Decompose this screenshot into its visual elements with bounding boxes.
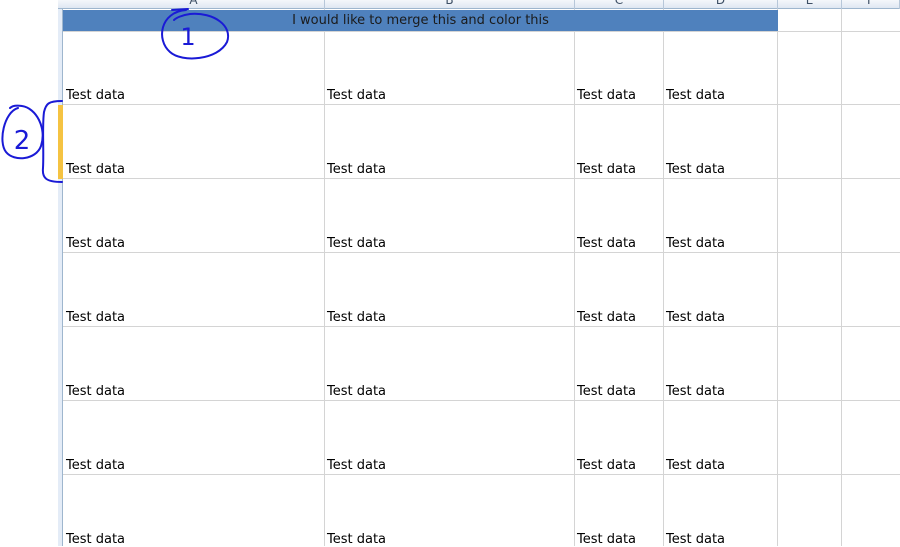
- column-letter: C: [614, 0, 624, 7]
- cell-a-row5[interactable]: Test data: [66, 384, 125, 399]
- column-header-e[interactable]: E: [778, 0, 842, 9]
- row-header-strip[interactable]: [58, 0, 63, 546]
- cell-c-row4[interactable]: Test data: [577, 310, 636, 325]
- marker-2-label: 2: [14, 126, 31, 156]
- cell-c-row6[interactable]: Test data: [577, 458, 636, 473]
- merged-header-cell[interactable]: I would like to merge this and color thi…: [63, 10, 778, 31]
- cell-d-row2[interactable]: Test data: [666, 162, 725, 177]
- cell-a-row3[interactable]: Test data: [66, 236, 125, 251]
- grid-line: [841, 9, 842, 546]
- cell-a-row1[interactable]: Test data: [66, 88, 125, 103]
- grid-line: [324, 9, 325, 546]
- grid-line: [777, 9, 778, 546]
- grid-line: [663, 9, 664, 546]
- cell-b-row5[interactable]: Test data: [327, 384, 386, 399]
- cell-c-row1[interactable]: Test data: [577, 88, 636, 103]
- column-header-b[interactable]: B: [325, 0, 575, 9]
- cell-b-row4[interactable]: Test data: [327, 310, 386, 325]
- marker-2-circle: [1, 104, 44, 160]
- cell-d-row1[interactable]: Test data: [666, 88, 725, 103]
- column-letter: D: [715, 0, 726, 7]
- cell-b-row3[interactable]: Test data: [327, 236, 386, 251]
- grid-line: [63, 252, 900, 253]
- cell-a-row7[interactable]: Test data: [66, 532, 125, 547]
- column-letter: A: [189, 0, 198, 7]
- cell-c-row3[interactable]: Test data: [577, 236, 636, 251]
- cell-c-row5[interactable]: Test data: [577, 384, 636, 399]
- cell-d-row7[interactable]: Test data: [666, 532, 725, 547]
- column-letter: E: [805, 0, 814, 7]
- cell-c-row2[interactable]: Test data: [577, 162, 636, 177]
- column-letter: B: [445, 0, 454, 7]
- grid-line: [63, 178, 900, 179]
- cell-a-row2[interactable]: Test data: [66, 162, 125, 177]
- cell-b-row1[interactable]: Test data: [327, 88, 386, 103]
- cell-b-row6[interactable]: Test data: [327, 458, 386, 473]
- grid-line: [63, 474, 900, 475]
- cell-b-row7[interactable]: Test data: [327, 532, 386, 547]
- grid-line: [574, 9, 575, 546]
- column-header-a[interactable]: A: [63, 0, 325, 9]
- cell-d-row4[interactable]: Test data: [666, 310, 725, 325]
- cell-a-row6[interactable]: Test data: [66, 458, 125, 473]
- cell-d-row3[interactable]: Test data: [666, 236, 725, 251]
- cell-c-row7[interactable]: Test data: [577, 532, 636, 547]
- grid-line: [63, 326, 900, 327]
- column-letter: F: [867, 0, 874, 7]
- grid-line: [63, 31, 900, 32]
- column-header-d[interactable]: D: [664, 0, 778, 9]
- handwritten-annotations: 1 2: [1, 8, 230, 183]
- spreadsheet: A B C D E F I would like to merge this a…: [0, 0, 900, 547]
- grid-line: [63, 104, 900, 105]
- cell-d-row5[interactable]: Test data: [666, 384, 725, 399]
- column-header-f[interactable]: F: [842, 0, 900, 9]
- selected-row-header[interactable]: [58, 105, 63, 179]
- cell-a-row4[interactable]: Test data: [66, 310, 125, 325]
- grid-line: [63, 400, 900, 401]
- cell-d-row6[interactable]: Test data: [666, 458, 725, 473]
- cell-b-row2[interactable]: Test data: [327, 162, 386, 177]
- column-header-c[interactable]: C: [575, 0, 664, 9]
